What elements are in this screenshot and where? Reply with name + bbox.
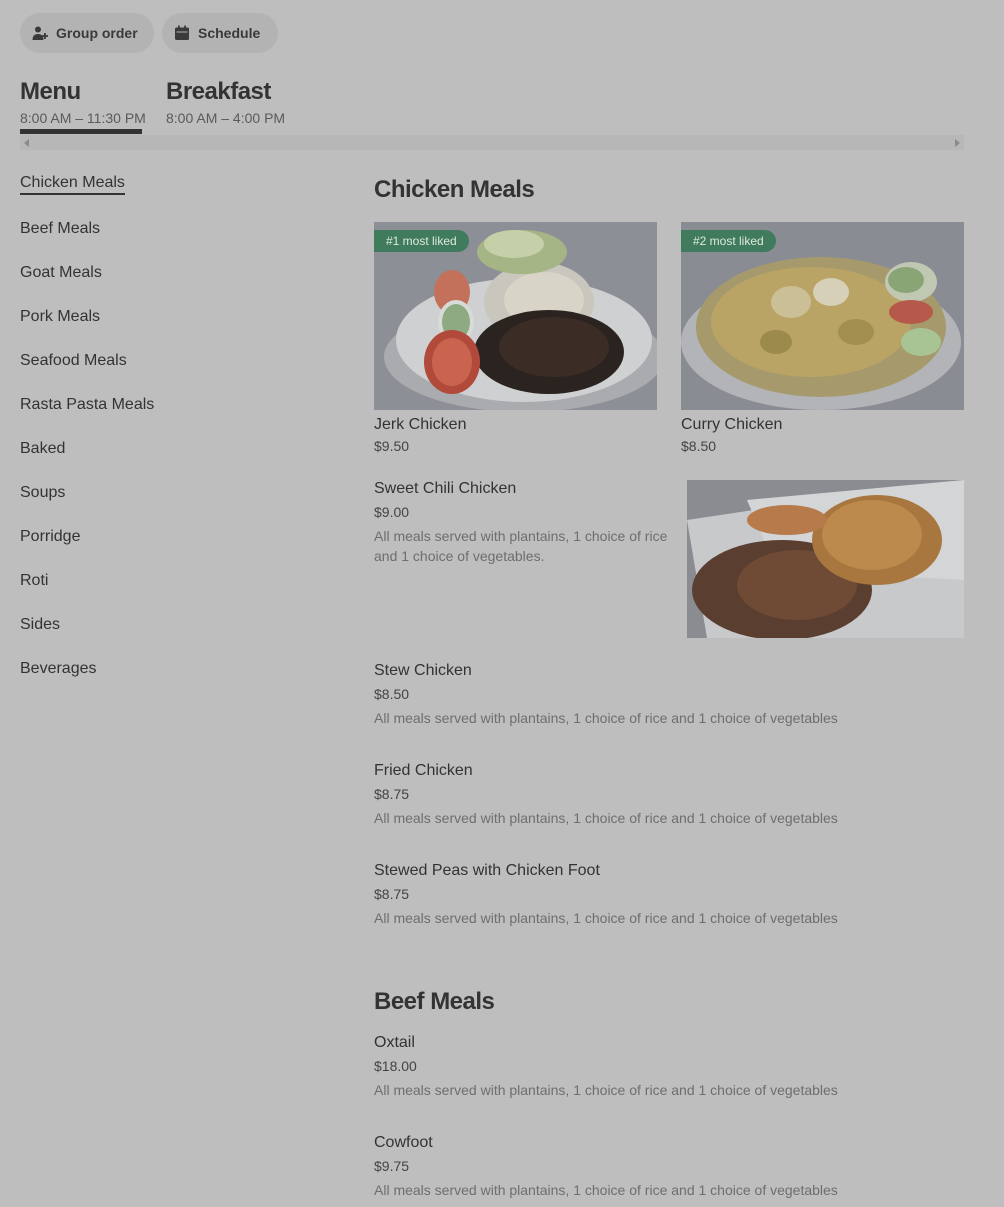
menu-item-description: All meals served with plantains, 1 choic… xyxy=(374,810,838,826)
sidebar-item-rasta-pasta-meals[interactable]: Rasta Pasta Meals xyxy=(20,396,154,414)
sidebar-item-sides[interactable]: Sides xyxy=(20,616,60,634)
scroll-left-icon[interactable] xyxy=(24,139,29,147)
sidebar-item-pork-meals[interactable]: Pork Meals xyxy=(20,308,100,326)
sidebar-item-beef-meals[interactable]: Beef Meals xyxy=(20,220,100,238)
curry-chicken-image: #2 most liked xyxy=(681,222,964,410)
tab-menu-title: Menu xyxy=(20,78,81,105)
menu-item-price: $8.50 xyxy=(681,438,717,454)
menu-item-price: $8.75 xyxy=(374,886,410,902)
menu-item-price: $8.75 xyxy=(374,786,410,802)
most-liked-badge: #1 most liked xyxy=(374,230,469,252)
sidebar-item-porridge[interactable]: Porridge xyxy=(20,528,80,546)
sweet-chili-chicken-image[interactable] xyxy=(687,480,964,638)
menu-item-description: All meals served with plantains, 1 choic… xyxy=(374,528,668,564)
menu-item-stew-chicken[interactable]: Stew Chicken $8.50 All meals served with… xyxy=(374,662,838,728)
menu-item-fried-chicken[interactable]: Fried Chicken $8.75 All meals served wit… xyxy=(374,762,838,828)
menu-card-jerk-chicken[interactable]: #1 most liked Jerk Chicken $9.50 xyxy=(374,222,657,454)
tab-menu-hours: 8:00 AM – 11:30 PM xyxy=(20,110,146,126)
menu-item-name: Stew Chicken xyxy=(374,662,472,679)
menu-item-name: Oxtail xyxy=(374,1034,415,1051)
calendar-icon xyxy=(175,25,189,40)
menu-item-name: Curry Chicken xyxy=(681,416,783,433)
add-person-icon xyxy=(32,26,48,40)
sidebar-item-roti[interactable]: Roti xyxy=(20,572,48,590)
menu-item-description: All meals served with plantains, 1 choic… xyxy=(374,1082,838,1098)
menu-item-price: $9.75 xyxy=(374,1158,410,1174)
menu-item-price: $8.50 xyxy=(374,686,410,702)
scroll-right-icon[interactable] xyxy=(955,139,960,147)
schedule-button[interactable]: Schedule xyxy=(162,13,278,53)
menu-item-description: All meals served with plantains, 1 choic… xyxy=(374,1182,838,1198)
tab-breakfast[interactable]: Breakfast 8:00 AM – 4:00 PM xyxy=(166,78,285,126)
menu-item-name: Fried Chicken xyxy=(374,762,473,779)
menu-card-curry-chicken[interactable]: #2 most liked Curry Chicken $8.50 xyxy=(681,222,964,454)
group-order-label: Group order xyxy=(56,25,138,41)
menu-item-oxtail[interactable]: Oxtail $18.00 All meals served with plan… xyxy=(374,1034,838,1100)
menu-item-cowfoot[interactable]: Cowfoot $9.75 All meals served with plan… xyxy=(374,1134,838,1200)
sidebar-item-chicken-meals[interactable]: Chicken Meals xyxy=(20,174,125,195)
most-liked-badge: #2 most liked xyxy=(681,230,776,252)
menu-item-name: Stewed Peas with Chicken Foot xyxy=(374,862,600,879)
menu-item-name: Jerk Chicken xyxy=(374,416,467,433)
active-tab-indicator xyxy=(20,129,142,134)
sidebar-item-baked[interactable]: Baked xyxy=(20,440,65,458)
tab-breakfast-title: Breakfast xyxy=(166,78,271,105)
schedule-label: Schedule xyxy=(198,25,261,41)
horizontal-scrollbar[interactable] xyxy=(20,135,964,150)
section-title-beef-meals: Beef Meals xyxy=(374,988,495,1015)
menu-item-name: Cowfoot xyxy=(374,1134,433,1151)
sidebar-item-beverages[interactable]: Beverages xyxy=(20,660,97,678)
menu-item-name: Sweet Chili Chicken xyxy=(374,480,517,497)
sidebar-item-seafood-meals[interactable]: Seafood Meals xyxy=(20,352,127,370)
menu-item-description: All meals served with plantains, 1 choic… xyxy=(374,910,838,926)
menu-item-description: All meals served with plantains, 1 choic… xyxy=(374,710,838,726)
menu-item-price: $18.00 xyxy=(374,1058,417,1074)
menu-item-stewed-peas-chicken-foot[interactable]: Stewed Peas with Chicken Foot $8.75 All … xyxy=(374,862,838,928)
sidebar-item-goat-meals[interactable]: Goat Meals xyxy=(20,264,102,282)
tab-menu[interactable]: Menu 8:00 AM – 11:30 PM xyxy=(20,78,146,126)
group-order-button[interactable]: Group order xyxy=(20,13,154,53)
jerk-chicken-image: #1 most liked xyxy=(374,222,657,410)
menu-item-price: $9.00 xyxy=(374,504,410,520)
sidebar-item-soups[interactable]: Soups xyxy=(20,484,65,502)
tab-breakfast-hours: 8:00 AM – 4:00 PM xyxy=(166,110,286,126)
menu-item-price: $9.50 xyxy=(374,438,410,454)
menu-item-sweet-chili-chicken[interactable]: Sweet Chili Chicken $9.00 All meals serv… xyxy=(374,480,680,566)
section-title-chicken-meals: Chicken Meals xyxy=(374,176,535,203)
